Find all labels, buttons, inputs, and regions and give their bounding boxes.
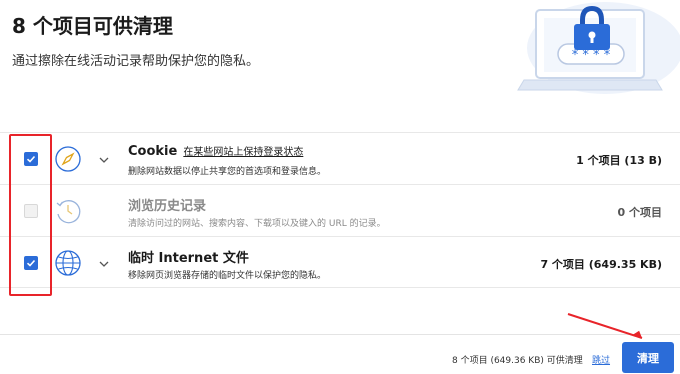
chevron-down-icon[interactable] (98, 153, 110, 165)
cleanup-item-list: Cookie 在某些网站上保持登录状态 删除网站数据以停止共享您的首选项和登录信息… (0, 132, 680, 288)
page-subtitle: 通过擦除在线活动记录帮助保护您的隐私。 (12, 54, 260, 69)
page-title: 8 个项目可供清理 (12, 14, 173, 38)
globe-icon (54, 249, 82, 277)
item-count: 7 个项目 (649.35 KB) (540, 258, 662, 271)
history-icon (54, 197, 82, 225)
item-count: 1 个项目 (13 B) (576, 154, 662, 167)
compass-icon (54, 145, 82, 173)
item-name: 浏览历史记录 (128, 199, 207, 214)
item-name: Cookie 在某些网站上保持登录状态 (128, 143, 303, 159)
skip-link[interactable]: 跳过 (592, 353, 610, 366)
cleanup-summary: 8 个项目 (649.36 KB) 可供清理 (452, 356, 583, 366)
list-item-cookie: Cookie 在某些网站上保持登录状态 删除网站数据以停止共享您的首选项和登录信息… (0, 132, 680, 184)
item-description: 清除访问过的网站、搜索内容、下载项以及键入的 URL 的记录。 (128, 219, 386, 229)
item-name: 临时 Internet 文件 (128, 251, 249, 266)
item-name-text: Cookie (128, 144, 178, 159)
item-description: 移除网页浏览器存储的临时文件以保护您的隐私。 (128, 271, 327, 281)
chevron-down-icon[interactable] (98, 257, 110, 269)
password-mask: * * * * (572, 48, 611, 63)
clean-button[interactable]: 清理 (622, 342, 674, 373)
list-item-browsing-history: 浏览历史记录 清除访问过的网站、搜索内容、下载项以及键入的 URL 的记录。 0… (0, 184, 680, 236)
item-count: 0 个项目 (617, 206, 662, 219)
laptop-lock-illustration: * * * * (500, 0, 680, 105)
checkbox-highlight-annotation (9, 134, 52, 296)
footer-bar: 8 个项目 (649.36 KB) 可供清理 跳过 清理 (0, 334, 680, 374)
item-description: 删除网站数据以停止共享您的首选项和登录信息。 (128, 167, 327, 177)
list-item-temporary-internet-files: 临时 Internet 文件 移除网页浏览器存储的临时文件以保护您的隐私。 7 … (0, 236, 680, 288)
stay-signed-in-link[interactable]: 在某些网站上保持登录状态 (183, 147, 303, 158)
